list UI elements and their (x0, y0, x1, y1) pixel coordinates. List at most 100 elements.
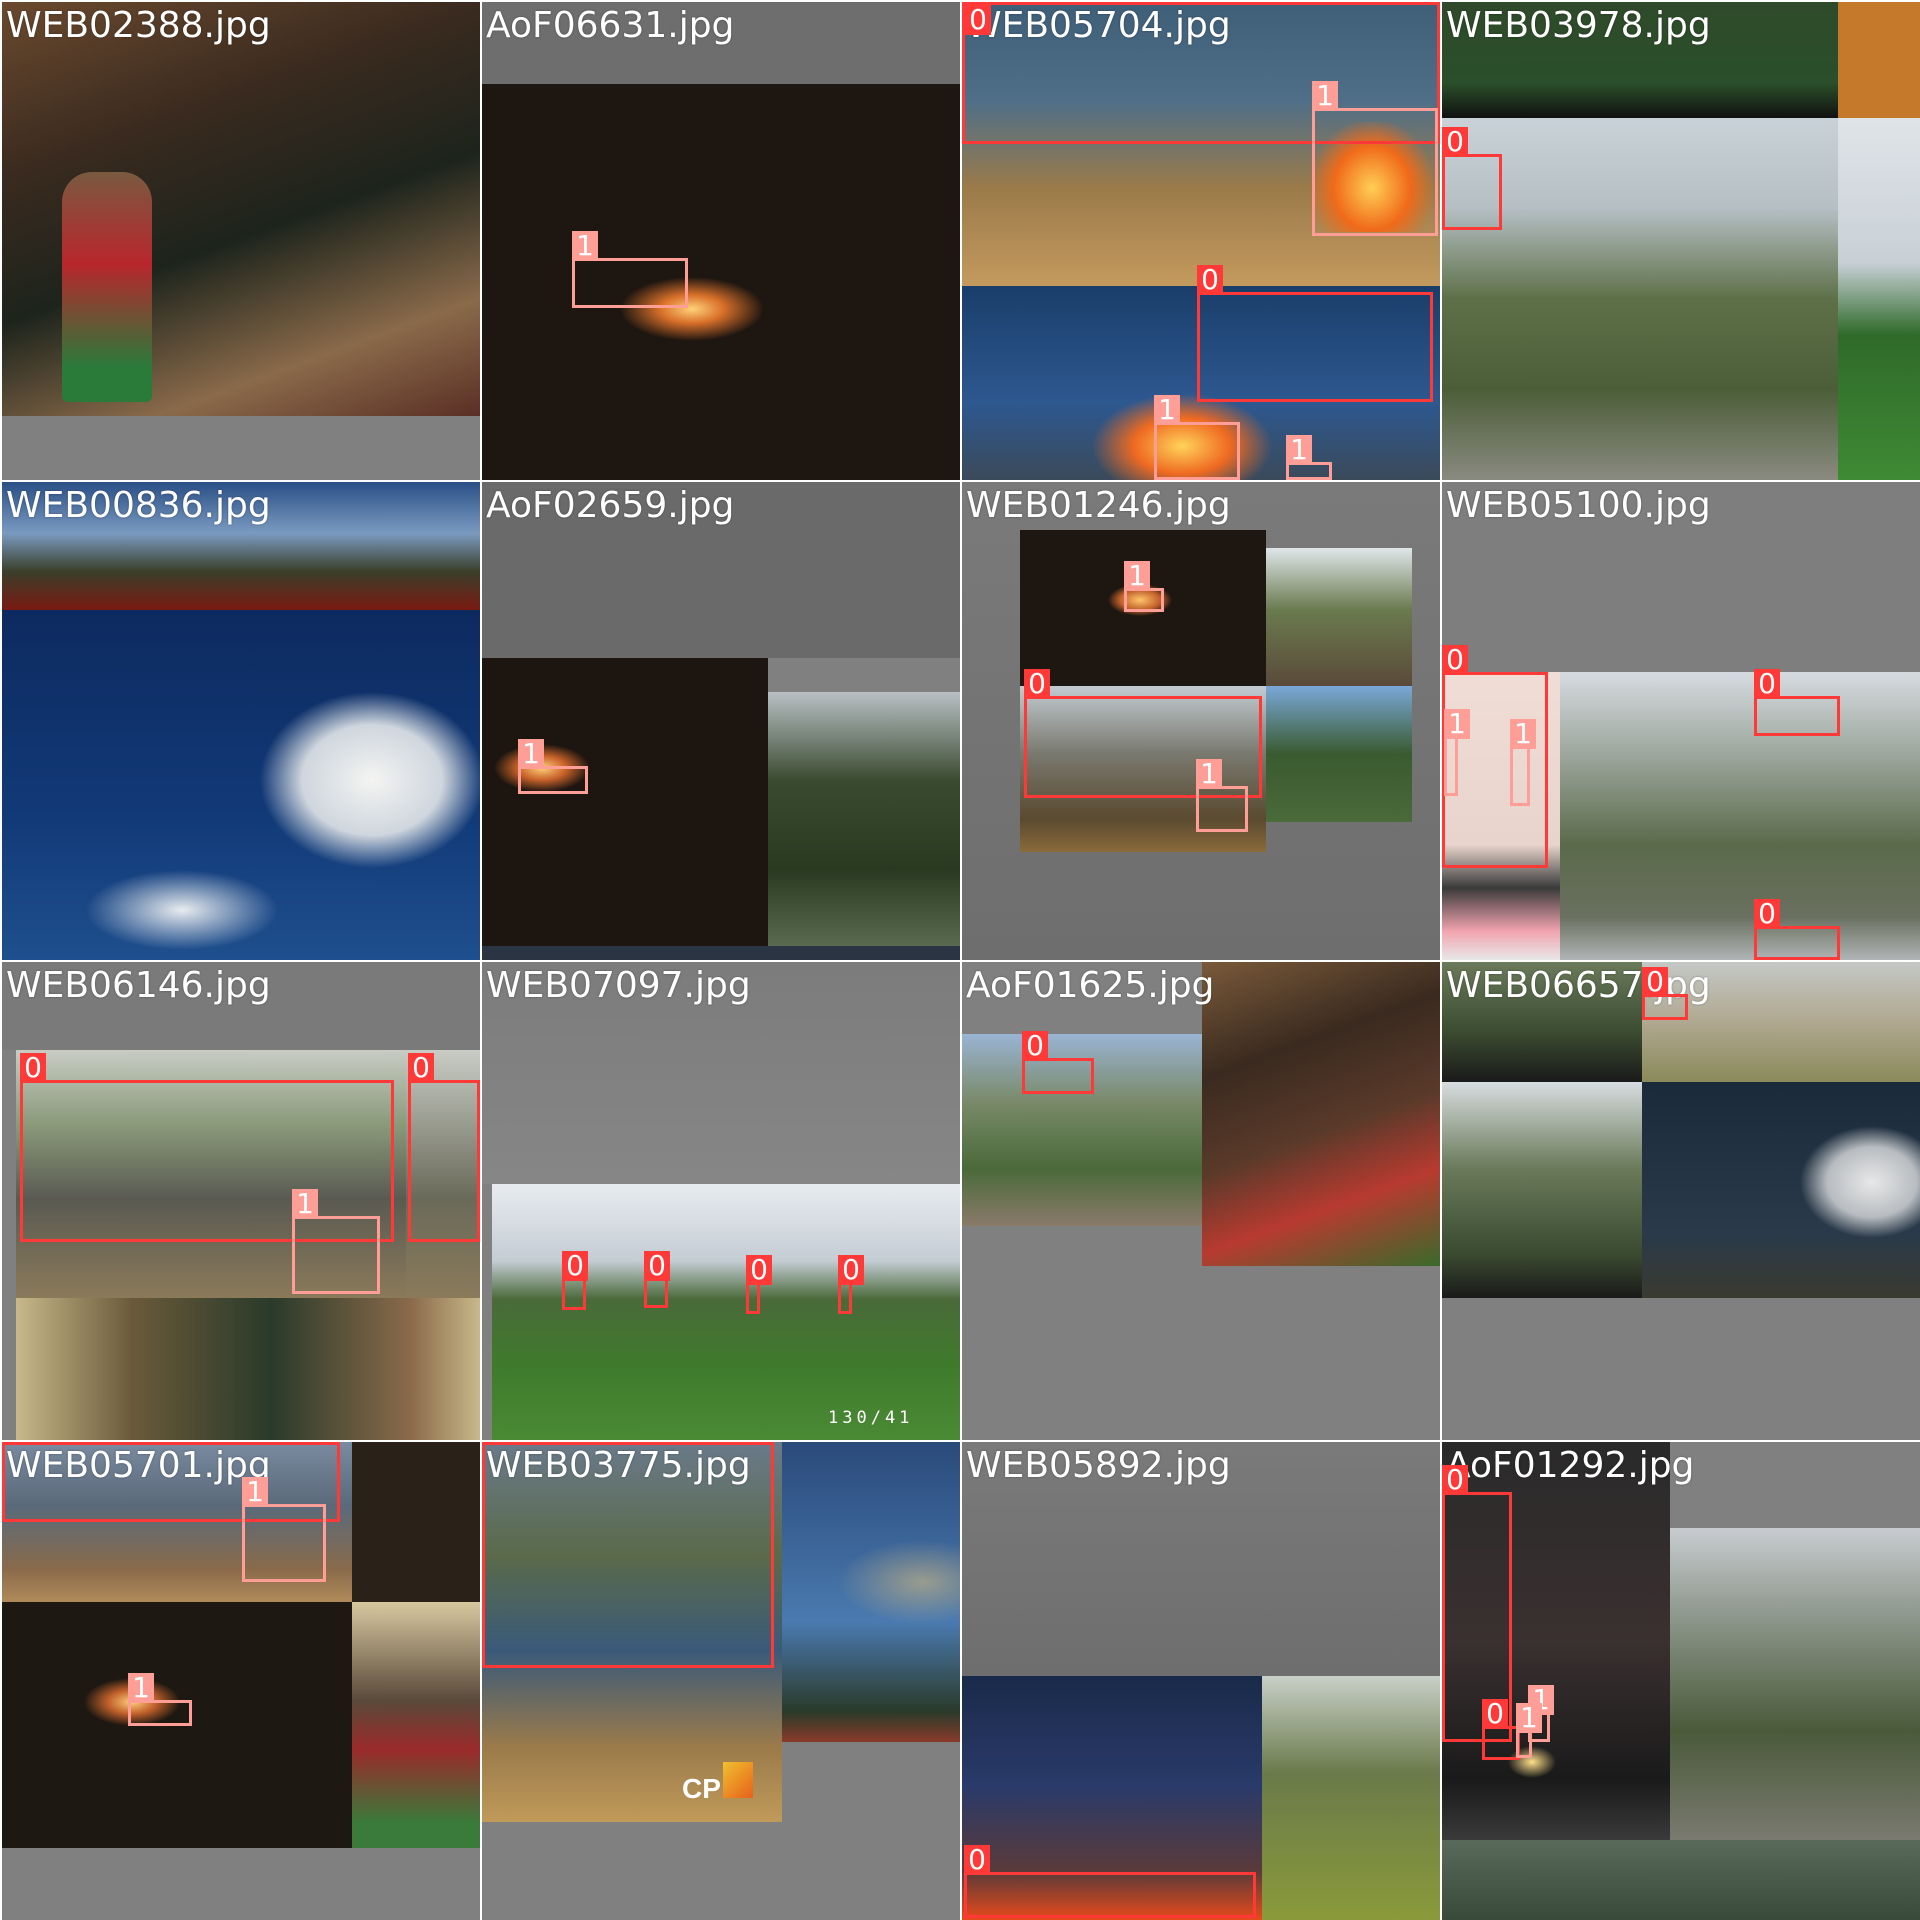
class-label: 0 (746, 1255, 772, 1285)
tile-filename: WEB05100.jpg (1446, 485, 1711, 526)
class-label: 1 (1444, 709, 1470, 739)
smoke-bbox: 0 (1197, 265, 1433, 402)
smoke-bbox: 0 (1442, 127, 1502, 230)
class-label: 0 (562, 1251, 588, 1281)
smoke-bbox: 0 (1754, 669, 1840, 736)
image-green-farmland (492, 1184, 960, 1440)
class-label: 0 (408, 1053, 434, 1083)
image-park-trees (1442, 1082, 1642, 1298)
mosaic-tile: 0 1 1 0 0 WEB05100.jpg (1442, 482, 1920, 960)
tile-filename: WEB06146.jpg (6, 965, 271, 1006)
smoke-bbox: 0 (1024, 669, 1262, 798)
tile-filename: AoF06631.jpg (486, 5, 735, 46)
class-label: 1 (128, 1673, 154, 1703)
class-label: 0 (1197, 265, 1223, 295)
image-foggy-valley-road (1560, 672, 1920, 960)
fire-bbox: 1 (1124, 561, 1164, 612)
tile-filename: WEB03978.jpg (1446, 5, 1711, 46)
smoke-bbox: 0 (1754, 899, 1840, 960)
tile-filename: WEB05892.jpg (966, 1445, 1231, 1486)
class-label: 1 (1312, 81, 1338, 111)
smoke-bbox: 0 (408, 1053, 480, 1242)
cp-logo-text: CP (682, 1773, 721, 1804)
fire-bbox: 1 (1444, 709, 1470, 796)
tile-filename: WEB07097.jpg (486, 965, 751, 1006)
image-dark-strip (482, 946, 960, 960)
mosaic-tile: 1 AoF06631.jpg (482, 2, 960, 480)
class-label: 0 (965, 5, 991, 35)
image-foggy-valley-road (1670, 1528, 1920, 1840)
mosaic-tile: 0 0 0 0 130/41 WEB07097.jpg (482, 962, 960, 1440)
tile-filename: WEB02388.jpg (6, 5, 271, 46)
image-trees (768, 692, 960, 946)
image-night-fire-line (482, 658, 768, 946)
cp-logo: CP (682, 1762, 753, 1805)
image-nativity-scene (16, 1298, 480, 1440)
tile-filename: WEB00836.jpg (6, 485, 271, 526)
mosaic-tile: 0 WEB05892.jpg (962, 1442, 1440, 1920)
image-gray-padding (1202, 1266, 1440, 1440)
image-gray-padding (1442, 1298, 1920, 1440)
class-label: 0 (1642, 967, 1668, 997)
class-label: 1 (518, 739, 544, 769)
image-gray-padding (2, 416, 480, 480)
fire-bbox: 1 (1286, 435, 1332, 480)
fire-bbox: 1 (292, 1189, 380, 1294)
class-label: 1 (242, 1477, 268, 1507)
mosaic-tile: WEB02388.jpg (2, 2, 480, 480)
tile-filename: AoF01625.jpg (966, 965, 1215, 1006)
fire-bbox: 1 (128, 1673, 192, 1726)
mosaic-tile: 1 0 1 WEB01246.jpg (962, 482, 1440, 960)
fire-bbox: 1 (572, 231, 688, 308)
mosaic-tile: 0 WEB03978.jpg (1442, 2, 1920, 480)
mosaic-tile: 0 1 0 WEB06146.jpg (2, 962, 480, 1440)
class-label: 1 (292, 1189, 318, 1219)
tile-filename: AoF01292.jpg (1446, 1445, 1695, 1486)
image-green-hillside (1262, 1676, 1440, 1920)
class-label: 1 (1124, 561, 1150, 591)
frame-counter: 130/41 (828, 1408, 914, 1428)
smoke-bbox: 0 (562, 1251, 588, 1310)
image-gray-padding (782, 1742, 960, 1920)
class-label: 0 (1442, 127, 1468, 157)
smoke-bbox: 0 (746, 1255, 772, 1314)
class-label: 0 (964, 1845, 990, 1875)
mosaic-tile: 0 0 1 1 AoF01292.jpg (1442, 1442, 1920, 1920)
smoke-bbox: 0 (644, 1251, 670, 1308)
class-label: 1 (1154, 395, 1180, 425)
image-night-fire-line (482, 84, 960, 480)
class-label: 0 (1022, 1031, 1048, 1061)
image-blue-sky-clouds (2, 610, 480, 960)
image-trees-bottom (1442, 1840, 1920, 1920)
image-trees-power-pole (1266, 686, 1412, 822)
class-label: 1 (1516, 1703, 1542, 1733)
image-dark-night (352, 1442, 480, 1602)
class-label: 1 (1510, 719, 1536, 749)
fire-bbox: 1 (518, 739, 588, 794)
class-label: 0 (1024, 669, 1050, 699)
smoke-bbox: 0 (1642, 967, 1688, 1020)
smoke-bbox: 0 (1022, 1031, 1094, 1094)
tile-filename: AoF02659.jpg (486, 485, 735, 526)
tile-filename: WEB01246.jpg (966, 485, 1231, 526)
class-label: 0 (1442, 1465, 1468, 1495)
class-label: 1 (1196, 759, 1222, 789)
fire-bbox: 1 (1516, 1703, 1542, 1758)
image-green-field (1838, 118, 1920, 480)
mosaic-tile: 0 1 0 1 1 WEB05704.jpg (962, 2, 1440, 480)
class-label: 0 (644, 1251, 670, 1281)
fire-bbox: 1 (1510, 719, 1536, 806)
class-label: 0 (1754, 899, 1780, 929)
class-label: 0 (838, 1255, 864, 1285)
image-gray-padding (1670, 1442, 1920, 1528)
class-label: 0 (2, 1442, 28, 1445)
image-nativity-scene (1202, 962, 1440, 1266)
fire-bbox: 1 (1154, 395, 1240, 480)
image-gray-padding (482, 1822, 782, 1920)
mosaic-tile: 0 AoF01625.jpg (962, 962, 1440, 1440)
image-nativity-figure (352, 1602, 480, 1848)
image-orange-strip (1838, 2, 1920, 118)
class-label: 0 (1754, 669, 1780, 699)
class-label: 0 (482, 1442, 508, 1445)
smoke-bbox: 0 (1482, 1699, 1520, 1760)
